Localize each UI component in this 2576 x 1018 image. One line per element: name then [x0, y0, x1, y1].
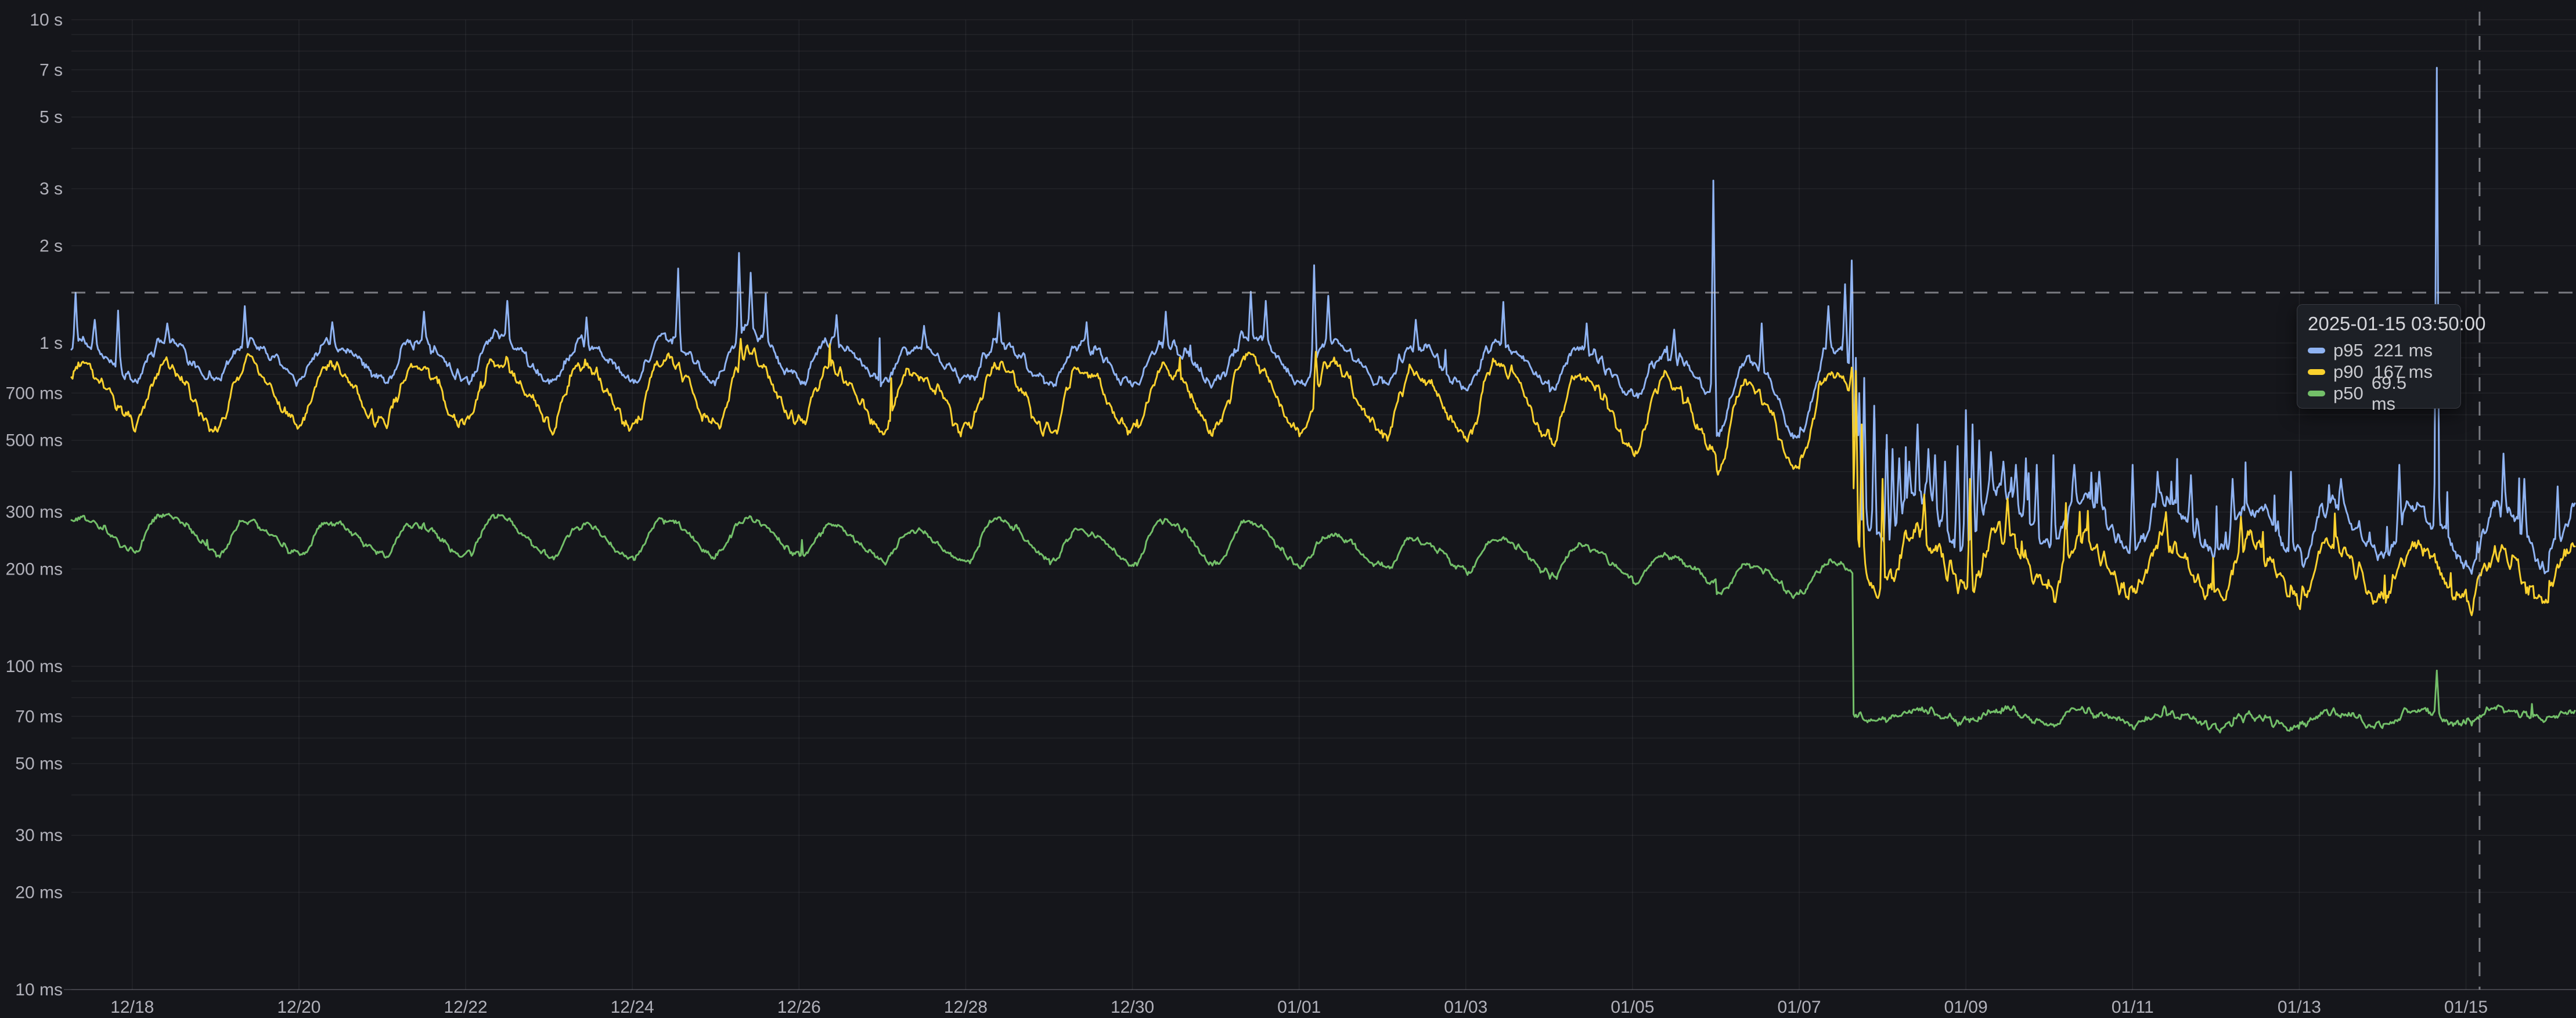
x-tick-label: 12/24 — [611, 998, 654, 1017]
x-tick-label: 12/28 — [944, 998, 988, 1017]
y-tick-label: 200 ms — [6, 559, 63, 579]
series-p90-line — [71, 339, 2575, 615]
x-tick-label: 12/30 — [1111, 998, 1154, 1017]
x-tick-label: 01/15 — [2444, 998, 2488, 1017]
tooltip: 2025-01-15 03:50:00 p95 221 ms p90 167 m… — [2297, 304, 2461, 409]
p50-series-pill — [2308, 391, 2325, 396]
grid — [71, 20, 2576, 990]
latency-chart-panel[interactable]: 10 s 7 s 5 s 3 s 2 s 1 s 700 ms 500 ms 300 ms 200… — [0, 0, 2576, 1018]
y-tick-label: 70 ms — [15, 707, 63, 726]
series-p50-line — [71, 514, 2575, 732]
y-tick-label: 2 s — [39, 236, 63, 255]
y-tick-label: 100 ms — [6, 657, 63, 676]
tooltip-series-value: 69.5 ms — [2372, 373, 2450, 414]
tooltip-row: p50 69.5 ms — [2308, 382, 2450, 404]
y-tick-label: 300 ms — [6, 503, 63, 522]
x-tick-label: 12/18 — [110, 998, 154, 1017]
tooltip-series-label: p90 — [2333, 362, 2364, 382]
y-tick-label: 30 ms — [15, 826, 63, 845]
x-tick-label: 01/09 — [1944, 998, 1988, 1017]
x-tick-label: 01/13 — [2278, 998, 2321, 1017]
x-tick-label: 01/07 — [1777, 998, 1821, 1017]
y-tick-label: 50 ms — [15, 755, 63, 774]
y-tick-label: 5 s — [39, 108, 63, 127]
crosshair — [71, 12, 2576, 990]
x-tick-label: 01/11 — [2112, 998, 2154, 1017]
y-axis-labels: 10 s 7 s 5 s 3 s 2 s 1 s 700 ms 500 ms 300 ms 200… — [6, 10, 63, 999]
y-tick-label: 1 s — [39, 334, 63, 353]
time-series-chart[interactable]: 10 s 7 s 5 s 3 s 2 s 1 s 700 ms 500 ms 300 ms 200… — [0, 0, 2576, 1018]
x-tick-label: 12/26 — [777, 998, 821, 1017]
series-p95-line — [71, 68, 2575, 574]
y-tick-label: 7 s — [39, 60, 63, 80]
y-tick-label: 10 ms — [15, 980, 63, 999]
tooltip-series-value: 221 ms — [2373, 340, 2450, 361]
y-tick-label: 700 ms — [6, 384, 63, 403]
x-tick-label: 01/05 — [1611, 998, 1654, 1017]
tooltip-series-label: p95 — [2333, 340, 2364, 361]
tooltip-timestamp: 2025-01-15 03:50:00 — [2308, 313, 2450, 335]
tooltip-series-label: p50 — [2333, 383, 2364, 404]
x-axis-labels: 12/18 12/20 12/22 12/24 12/26 12/28 12/30 01/01… — [110, 998, 2488, 1017]
p95-series-pill — [2308, 348, 2325, 353]
y-tick-label: 20 ms — [15, 883, 63, 902]
y-tick-label: 10 s — [30, 10, 63, 30]
y-tick-label: 3 s — [39, 179, 63, 198]
x-tick-label: 12/22 — [444, 998, 488, 1017]
y-tick-label: 500 ms — [6, 431, 63, 450]
x-tick-label: 01/01 — [1277, 998, 1321, 1017]
x-tick-label: 12/20 — [277, 998, 320, 1017]
tooltip-row: p95 221 ms — [2308, 340, 2450, 361]
series — [71, 68, 2575, 732]
p90-series-pill — [2308, 369, 2325, 375]
x-tick-label: 01/03 — [1444, 998, 1487, 1017]
